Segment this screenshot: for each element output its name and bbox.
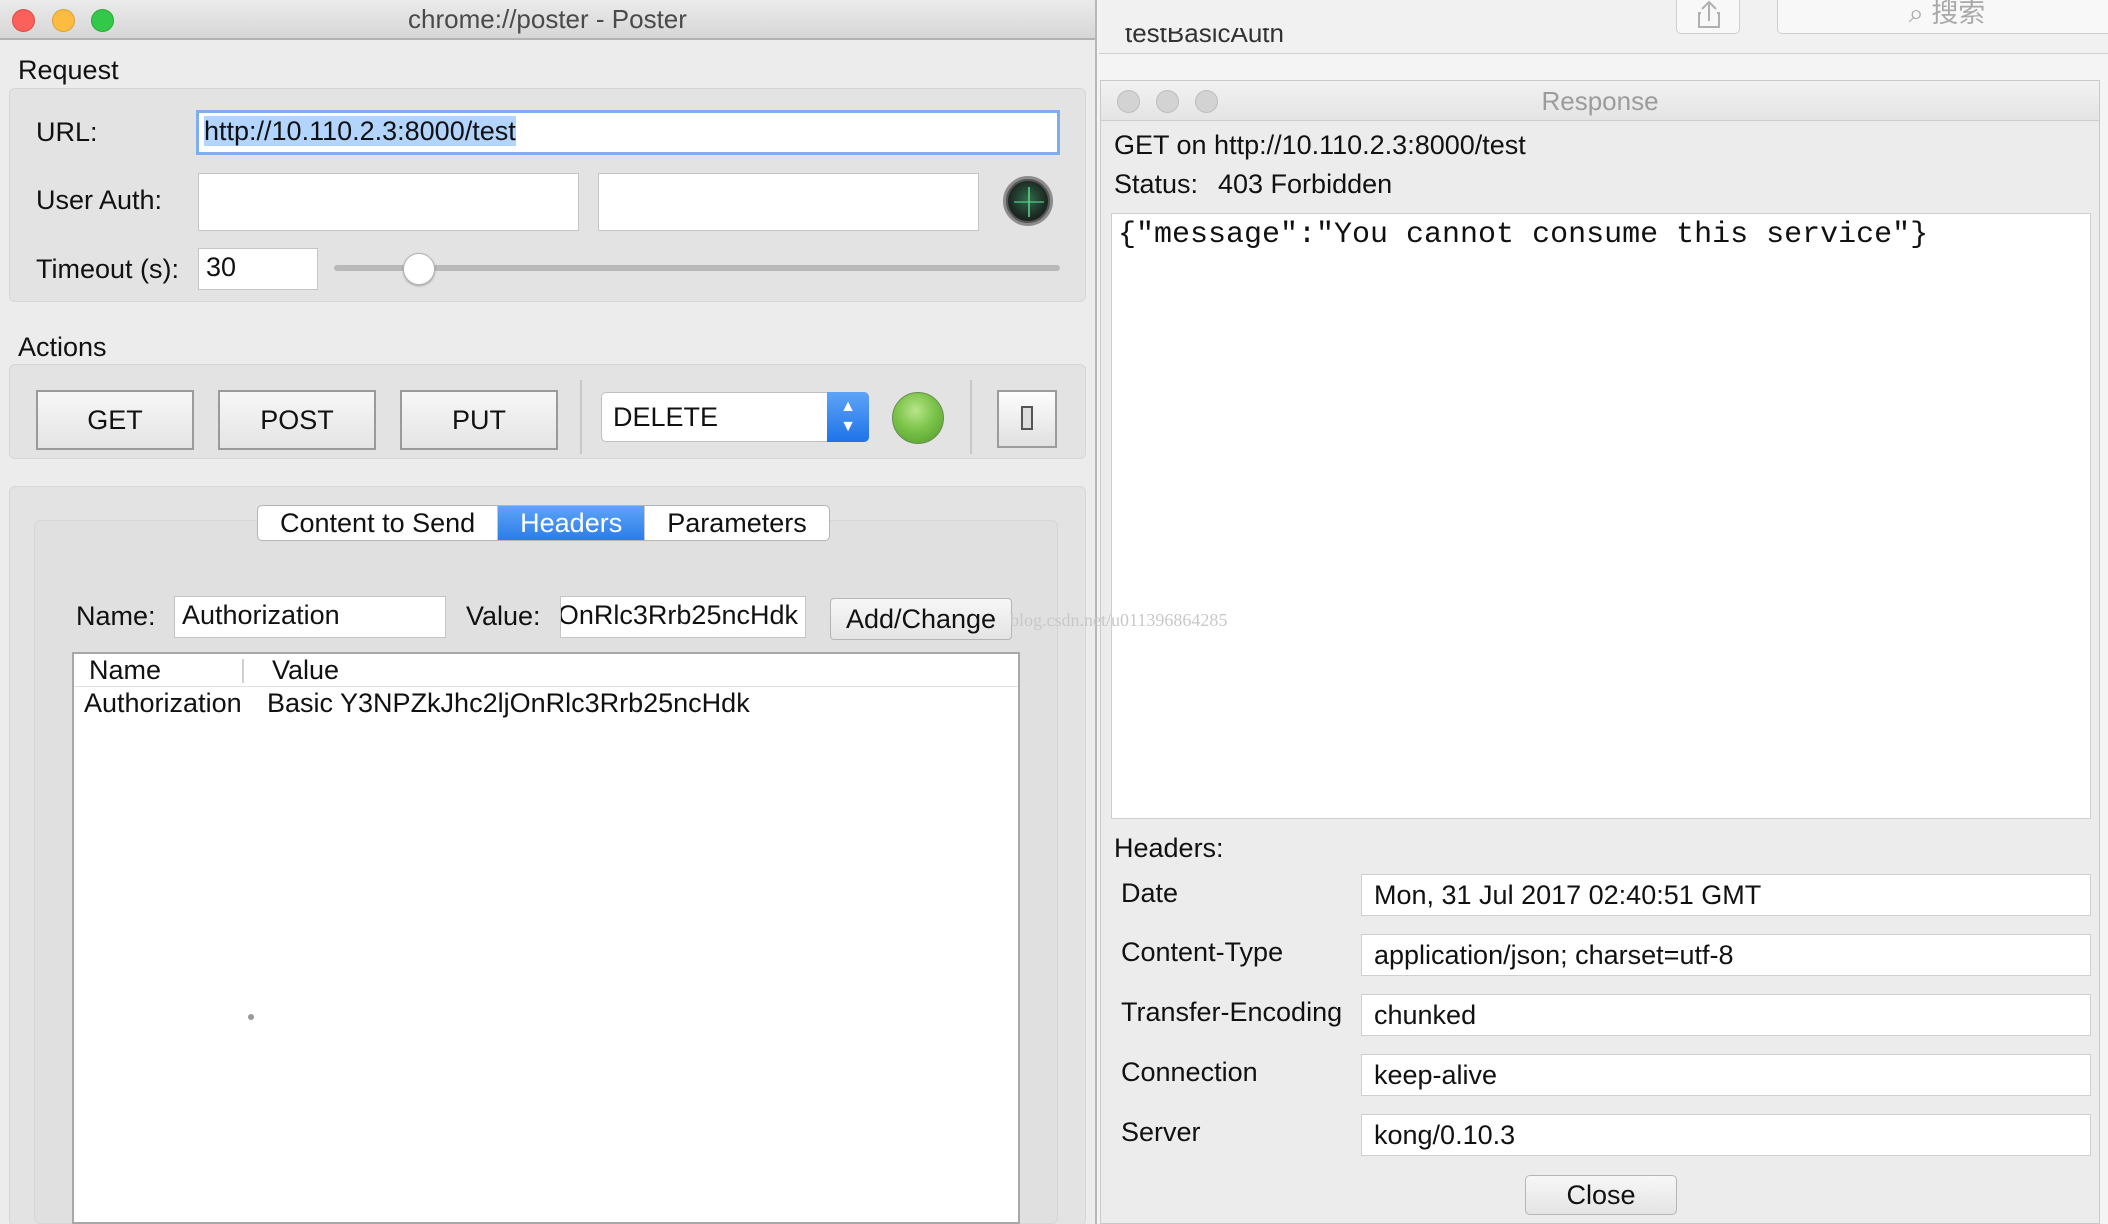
method-select-value: DELETE (613, 402, 719, 432)
response-titlebar: Response (1101, 81, 2099, 121)
poster-titlebar: chrome://poster - Poster (0, 0, 1095, 40)
content-tabs: Content to Send Headers Parameters (257, 505, 830, 541)
password-input[interactable] (598, 173, 979, 231)
header-name-input[interactable]: Authorization (174, 596, 446, 638)
response-body[interactable]: {"message":"You cannot consume this serv… (1111, 213, 2091, 819)
timeout-slider-track[interactable] (334, 265, 1060, 271)
request-section-label: Request (18, 55, 119, 85)
background-cut-text: testBasicAuth (1125, 28, 1284, 44)
window-title: chrome://poster - Poster (408, 4, 687, 34)
header-name-label: Name: (76, 601, 156, 631)
column-divider (242, 659, 244, 683)
url-input-text: http://10.110.2.3:8000/test (204, 116, 516, 146)
header-name-connection: Connection (1121, 1057, 1258, 1087)
response-status-value: 403 Forbidden (1218, 169, 1393, 199)
header-value-input[interactable]: Y3NPZkJhc2ljOnRlc3Rrb25ncHdk (560, 596, 806, 638)
table-row[interactable]: Authorization Basic Y3NPZkJhc2ljOnRlc3Rr… (74, 688, 1018, 726)
header-name-content-type: Content-Type (1121, 937, 1284, 967)
timeout-input[interactable]: 30 (198, 248, 318, 290)
tab-headers[interactable]: Headers (498, 506, 646, 540)
select-chevrons-icon: ▲ ▼ (827, 392, 869, 442)
headers-table: Name Value Authorization Basic Y3NPZkJhc… (72, 652, 1020, 1224)
header-value-content-type[interactable]: application/json; charset=utf-8 (1361, 934, 2091, 976)
response-window: Response GET on http://10.110.2.3:8000/t… (1100, 80, 2100, 1224)
cursor-dot (248, 1014, 254, 1020)
header-name-transfer-encoding: Transfer-Encoding (1121, 997, 1343, 1027)
header-name-date: Date (1121, 878, 1179, 908)
header-value-label: Value: (466, 601, 541, 631)
header-value-transfer-encoding[interactable]: chunked (1361, 994, 2091, 1036)
url-label: URL: (36, 117, 98, 147)
method-select[interactable]: DELETE ▲ ▼ (601, 392, 869, 442)
response-method-line: GET on http://10.110.2.3:8000/test (1114, 130, 1526, 160)
post-button[interactable]: POST (218, 390, 376, 450)
header-value-text: Y3NPZkJhc2ljOnRlc3Rrb25ncHdk (560, 600, 798, 630)
share-icon (1698, 0, 1720, 28)
close-button[interactable]: Close (1525, 1175, 1677, 1215)
timeout-label: Timeout (s): (36, 254, 180, 284)
response-status-label: Status: (1114, 169, 1199, 199)
header-value-date[interactable]: Mon, 31 Jul 2017 02:40:51 GMT (1361, 874, 2091, 916)
actions-section-label: Actions (18, 332, 107, 362)
status-light-icon (892, 392, 944, 444)
username-input[interactable] (198, 173, 579, 231)
user-auth-label: User Auth: (36, 185, 163, 215)
actions-divider-2 (970, 380, 972, 454)
add-change-button[interactable]: Add/Change (830, 598, 1012, 640)
toggle-switch-button[interactable] (997, 390, 1057, 448)
get-button[interactable]: GET (36, 390, 194, 450)
response-headers-label: Headers: (1114, 833, 1224, 863)
table-cell-value: Basic Y3NPZkJhc2ljOnRlc3Rrb25ncHdk (267, 688, 750, 718)
search-field[interactable]: ⌕ 搜索 (1777, 0, 2108, 34)
actions-divider (580, 380, 582, 454)
column-header-name[interactable]: Name (89, 655, 161, 686)
column-header-value[interactable]: Value (272, 655, 339, 686)
watermark: blog.csdn.net/u011396864285 (1010, 610, 1228, 630)
response-title: Response (1541, 86, 1659, 116)
table-header-divider (74, 686, 1018, 687)
header-name-server: Server (1121, 1117, 1201, 1147)
header-value-server[interactable]: kong/0.10.3 (1361, 1114, 2091, 1156)
search-placeholder: 搜索 (1931, 0, 1986, 28)
put-button[interactable]: PUT (400, 390, 558, 450)
auth-radar-icon[interactable] (1003, 176, 1053, 226)
header-value-connection[interactable]: keep-alive (1361, 1054, 2091, 1096)
poster-window: chrome://poster - Poster Request URL: ht… (0, 0, 1097, 1224)
switch-icon (1021, 406, 1033, 430)
share-button[interactable] (1676, 0, 1740, 34)
table-cell-name: Authorization (84, 688, 242, 718)
url-input[interactable]: http://10.110.2.3:8000/test (196, 110, 1060, 155)
search-icon: ⌕ (1908, 0, 1924, 28)
tab-parameters[interactable]: Parameters (645, 506, 829, 540)
tab-content-to-send[interactable]: Content to Send (258, 506, 499, 540)
